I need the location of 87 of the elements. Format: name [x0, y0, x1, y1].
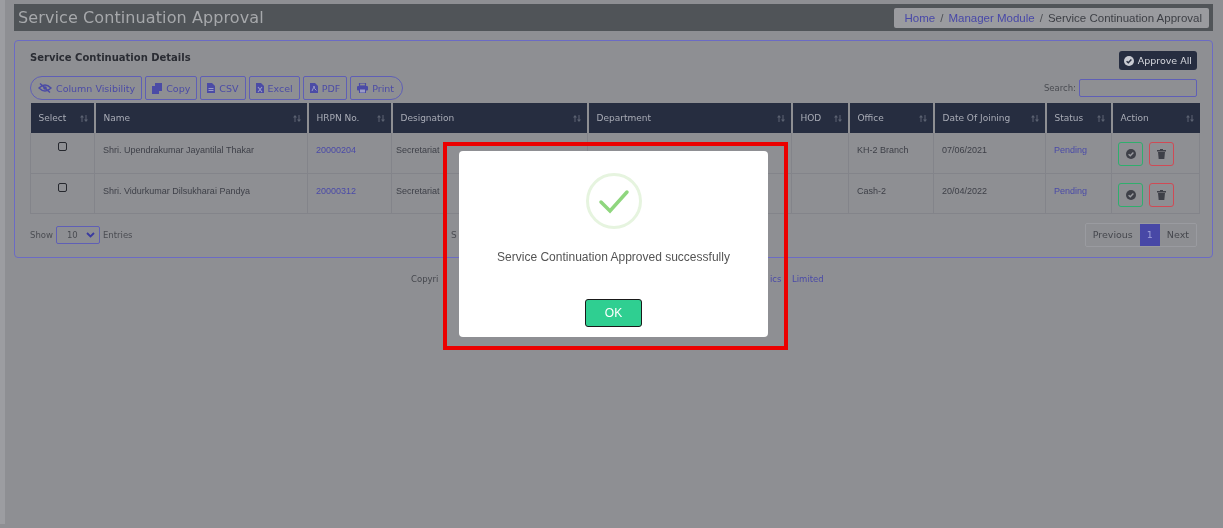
ok-button[interactable]: OK — [585, 299, 642, 327]
column-label: HOD — [800, 113, 822, 123]
sort-icon — [1096, 114, 1105, 122]
column-label: Designation — [400, 113, 455, 123]
sort-icon — [292, 114, 301, 122]
breadcrumb-separator: / — [940, 11, 944, 24]
column-header[interactable]: Name — [94, 103, 308, 133]
column-header[interactable]: Department — [587, 103, 792, 133]
trash-icon — [1157, 149, 1166, 159]
footer-link[interactable]: ics — [770, 274, 782, 284]
pdf-file-icon — [309, 83, 318, 93]
column-header[interactable]: HRPN No. — [307, 103, 392, 133]
sort-icon — [1185, 114, 1194, 122]
export-button[interactable]: Excel — [248, 76, 300, 100]
sort-icon — [918, 114, 927, 122]
column-header[interactable]: Office — [848, 103, 934, 133]
breadcrumb-link[interactable]: Manager Module — [948, 11, 1035, 24]
column-header[interactable]: Status — [1045, 103, 1112, 133]
table-cell: KH-2 Branch — [857, 145, 909, 155]
chevron-down-icon — [85, 231, 95, 238]
breadcrumb-link[interactable]: Home — [904, 11, 936, 24]
column-label: HRPN No. — [316, 113, 360, 123]
column-label: Status — [1054, 113, 1084, 123]
search-field[interactable] — [1079, 79, 1197, 97]
sort-icon — [572, 114, 581, 122]
column-label: Select — [38, 113, 67, 123]
pagination-button[interactable]: Next — [1159, 223, 1196, 246]
table-cell: Shri. Upendrakumar Jayantilal Thakar — [103, 145, 254, 155]
export-button[interactable]: PDF — [302, 76, 348, 100]
table-cell: Cash-2 — [857, 185, 886, 196]
check-circle-icon — [1125, 149, 1136, 159]
table-cell: Secretariat — [396, 185, 440, 196]
column-label: Office — [857, 113, 884, 123]
approve-all-button[interactable]: Approve All — [1118, 51, 1197, 70]
approve-row-button[interactable] — [1118, 182, 1143, 207]
printer-icon — [357, 83, 369, 93]
column-label: Department — [596, 113, 651, 123]
pagination-button[interactable]: Previous — [1085, 223, 1140, 246]
status-text: Pending — [1054, 185, 1088, 196]
status-text: Pending — [1054, 145, 1088, 155]
footer-text: Copyri — [411, 274, 439, 284]
pagination-button[interactable]: 1 — [1139, 223, 1160, 246]
file-icon — [207, 83, 216, 93]
column-header[interactable]: Date Of Joining — [933, 103, 1046, 133]
success-check-icon — [585, 173, 642, 229]
hrpn-link[interactable]: 20000204 — [316, 145, 357, 155]
column-header[interactable]: HOD — [791, 103, 849, 133]
show-label: Show — [30, 229, 53, 240]
breadcrumb-separator: / — [1039, 11, 1043, 24]
trash-icon — [1157, 189, 1166, 200]
column-header[interactable]: Action — [1111, 103, 1200, 133]
copy-icon — [152, 82, 163, 94]
checkbox[interactable] — [58, 142, 67, 151]
column-label: Date Of Joining — [942, 113, 1011, 123]
table-cell: Secretariat — [396, 145, 440, 155]
export-button[interactable]: Copy — [145, 76, 198, 100]
export-button[interactable]: CSV — [200, 76, 246, 100]
sort-icon — [376, 114, 385, 122]
column-label: Name — [103, 113, 131, 123]
excel-file-icon — [255, 83, 264, 93]
sort-icon — [79, 114, 88, 122]
table-info-text: S — [451, 229, 457, 240]
eye-slash-icon — [38, 83, 52, 93]
delete-row-button[interactable] — [1149, 182, 1174, 207]
column-label: Action — [1120, 113, 1149, 123]
check-circle-icon — [1123, 55, 1134, 66]
card-title: Service Continuation Details — [30, 52, 191, 63]
check-circle-icon — [1125, 189, 1136, 200]
sort-icon — [833, 114, 842, 122]
column-header[interactable]: Select — [30, 103, 95, 133]
dialog-message: Service Continuation Approved successfully — [497, 250, 730, 264]
search-label: Search: — [1043, 83, 1076, 93]
table-cell: Shri. Vidurkumar Dilsukharai Pandya — [103, 185, 250, 196]
sort-icon — [1030, 114, 1039, 122]
footer-link[interactable]: Limited — [792, 274, 824, 284]
checkbox[interactable] — [58, 182, 67, 192]
table-cell: 20/04/2022 — [942, 185, 988, 196]
approve-row-button[interactable] — [1118, 142, 1143, 166]
breadcrumb-current: Service Continuation Approval — [1047, 11, 1202, 24]
page-size-dropdown[interactable]: 10 — [55, 225, 100, 244]
delete-row-button[interactable] — [1149, 142, 1174, 166]
column-header[interactable]: Designation — [391, 103, 588, 133]
page-title: Service Continuation Approval — [18, 8, 264, 27]
entries-label: Entries — [102, 229, 133, 240]
sort-icon — [776, 114, 785, 122]
table-cell: 07/06/2021 — [942, 145, 988, 155]
hrpn-link[interactable]: 20000312 — [316, 185, 357, 196]
